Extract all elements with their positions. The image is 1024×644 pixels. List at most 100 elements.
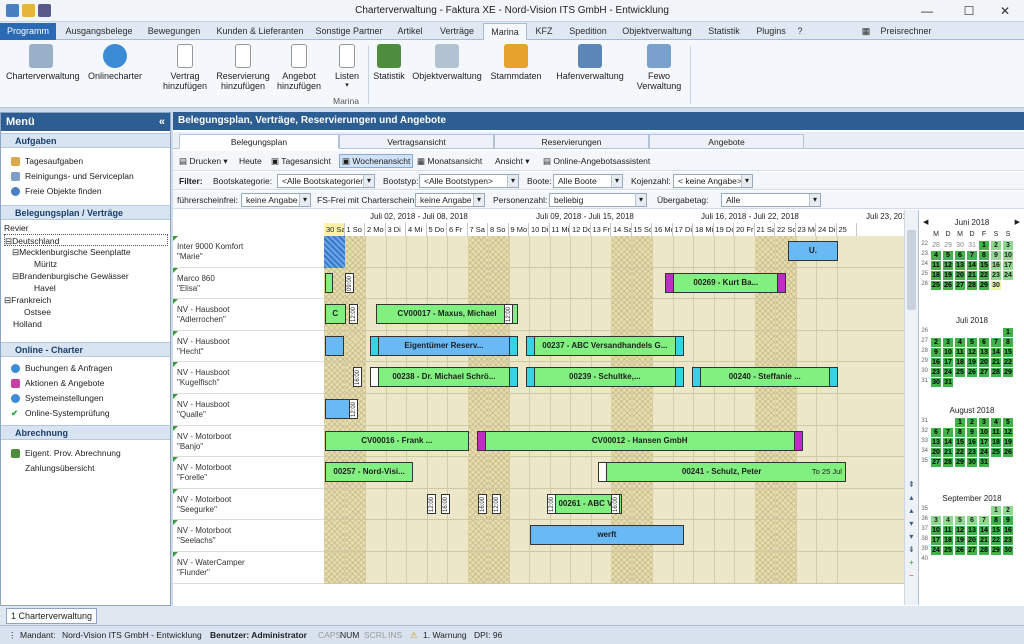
menu-item-buchungen[interactable]: Buchungen & Anfragen	[1, 361, 170, 376]
wochenansicht-button[interactable]: ▣ Wochenansicht	[339, 154, 414, 168]
calendar-day[interactable]: 30	[967, 458, 977, 467]
calendar-day[interactable]: 24	[943, 368, 953, 377]
boat-row-label[interactable]: NV - Motorboot "Forelle"	[173, 457, 324, 489]
calendar-day[interactable]: 8	[955, 428, 965, 437]
boote-select[interactable]: Alle Boote	[553, 174, 623, 188]
taskbar-item-charterverwaltung[interactable]: 1 Charterverwaltung	[6, 608, 98, 624]
calendar-day[interactable]: 28	[991, 368, 1001, 377]
tab-marina[interactable]: Marina	[483, 23, 527, 40]
tree-mecklenburg[interactable]: ⊟Mecklenburgische Seenplatte	[4, 246, 170, 258]
boat-row-label[interactable]: NV - Motorboot "Seelachs"	[173, 520, 324, 552]
boat-row-label[interactable]: NV - Motorboot "Seegurke"	[173, 488, 324, 521]
calendar-day[interactable]: 10	[943, 348, 953, 357]
tree-havel[interactable]: Havel	[4, 282, 170, 294]
tab-objektverwaltung[interactable]: Objektverwaltung	[618, 23, 696, 40]
calendar-day[interactable]: 20	[955, 271, 965, 280]
preisrechner-button[interactable]: Preisrechner	[874, 23, 938, 40]
scrollbar-thumb[interactable]	[907, 230, 916, 310]
booking-bar[interactable]: 00269 - Kurt Ba...	[665, 272, 787, 293]
charterverwaltung-button[interactable]: Charterverwaltung	[6, 44, 80, 81]
calendar-day[interactable]: 1	[955, 418, 965, 427]
calendar-day[interactable]: 8	[1003, 338, 1013, 347]
booking-bar[interactable]: Eigentümer Reserv...	[370, 335, 518, 356]
menu-item-aktionen[interactable]: Aktionen & Angebote	[1, 376, 170, 391]
tree-deutschland[interactable]: ⊟Deutschland	[4, 234, 168, 246]
calendar-day[interactable]: 31	[979, 458, 989, 467]
calendar-prev-button[interactable]: ◀	[923, 218, 928, 226]
calendar-day[interactable]: 17	[979, 438, 989, 447]
collapse-icon[interactable]: «	[159, 113, 165, 131]
calendar-day[interactable]: 24	[979, 448, 989, 457]
calendar-day[interactable]: 29	[955, 458, 965, 467]
calendar-day[interactable]: 17	[931, 536, 941, 545]
tab-bewegungen[interactable]: Bewegungen	[143, 23, 205, 40]
calendar-day[interactable]: 3	[931, 516, 941, 525]
calendar-day-other-month[interactable]: 28	[931, 241, 941, 250]
bootstyp-select[interactable]: <Alle Bootstypen>	[419, 174, 519, 188]
calendar-day[interactable]: 18	[931, 271, 941, 280]
menu-item-systemeinstellungen[interactable]: Systemeinstellungen	[1, 391, 170, 406]
drucken-button[interactable]: ▤ Drucken ▾	[179, 155, 228, 167]
booking-bar[interactable]: U.	[788, 241, 838, 261]
close-button[interactable]: ✕	[990, 2, 1020, 20]
time-marker[interactable]: 12:00	[426, 493, 436, 514]
calendar-day[interactable]: 23	[1003, 536, 1013, 545]
calendar-day[interactable]: 19	[1003, 438, 1013, 447]
calendar-day[interactable]: 23	[931, 368, 941, 377]
time-marker[interactable]: 16:00	[440, 493, 450, 514]
booking-bar[interactable]: 00239 - Schultke,...	[525, 367, 684, 388]
calendar-day[interactable]: 30	[931, 378, 941, 387]
time-marker[interactable]: 16:00	[611, 493, 620, 514]
calendar-day[interactable]: 1	[979, 241, 989, 250]
boat-row-label[interactable]: NV - WaterCamper "Flunder"	[173, 552, 324, 584]
boat-row-label[interactable]: NV - Hausboot "Hecht"	[173, 330, 324, 363]
tab-vertragsansicht[interactable]: Vertragsansicht	[339, 134, 494, 149]
add-row-icon[interactable]: +	[909, 558, 914, 567]
booking-bar[interactable]: CV00017 - Maxus, Michael	[376, 304, 518, 325]
calendar-day[interactable]: 3	[943, 338, 953, 347]
heute-button[interactable]: Heute	[239, 155, 262, 167]
warning-status[interactable]: 1. Warnung	[423, 630, 467, 640]
boat-row-label[interactable]: Inter 9000 Komfort "Marie"	[173, 236, 324, 268]
calendar-day[interactable]: 25	[955, 368, 965, 377]
angebot-hinzufuegen-button[interactable]: Angebot hinzufügen	[273, 44, 325, 91]
calendar-day[interactable]: 12	[943, 261, 953, 270]
calendar-day[interactable]: 16	[991, 261, 1001, 270]
tree-revier[interactable]: Revier	[4, 222, 170, 234]
calendar-day[interactable]: 12	[955, 526, 965, 535]
calendar-day[interactable]: 22	[955, 448, 965, 457]
booking-bar[interactable]	[325, 272, 334, 293]
booking-bar[interactable]: 00257 - Nord-Visi...	[325, 462, 414, 483]
calendar-day[interactable]: 5	[955, 516, 965, 525]
tagesansicht-button[interactable]: ▣ Tagesansicht	[271, 155, 331, 167]
hafenverwaltung-button[interactable]: Hafenverwaltung	[552, 44, 628, 81]
calendar-day[interactable]: 10	[931, 526, 941, 535]
tab-artikel[interactable]: Artikel	[390, 23, 430, 40]
listen-button[interactable]: Listen ▾	[330, 44, 364, 91]
bootskategorie-select[interactable]: <Alle Bootskategorien>	[277, 174, 375, 188]
calendar-day[interactable]: 4	[955, 338, 965, 347]
boat-row-label[interactable]: NV - Hausboot "Kugelfisch"	[173, 362, 324, 394]
booking-bar[interactable]: 00238 - Dr. Michael Schrö...	[370, 367, 518, 388]
calendar-day[interactable]: 13	[955, 261, 965, 270]
calendar-day[interactable]: 2	[967, 418, 977, 427]
calendar-next-button[interactable]: ▶	[1015, 218, 1020, 226]
tab-reservierungen[interactable]: Reservierungen	[494, 134, 649, 149]
booking-bar[interactable]: 00240 - Steffanie ...	[691, 367, 838, 388]
calendar-day[interactable]: 21	[979, 536, 989, 545]
help-icon[interactable]: ?	[794, 23, 806, 40]
calendar-day[interactable]: 16	[931, 358, 941, 367]
boat-row-label[interactable]: Marco 860 "Elisa"	[173, 267, 324, 300]
calendar-day[interactable]: 22	[1003, 358, 1013, 367]
calendar-day[interactable]: 1	[1003, 328, 1013, 337]
time-marker[interactable]: 12:00	[348, 399, 358, 419]
calendar-day[interactable]: 18	[943, 536, 953, 545]
booking-bar[interactable]: CV00012 - Hansen GmbH	[476, 430, 803, 451]
calendar-day[interactable]: 5	[967, 338, 977, 347]
calendar-day[interactable]: 2	[1003, 506, 1013, 515]
calendar-day[interactable]: 20	[931, 448, 941, 457]
calendar-day[interactable]: 21	[991, 358, 1001, 367]
calendar-day[interactable]: 19	[943, 271, 953, 280]
booking-bar[interactable]: werft	[530, 525, 684, 546]
menu-item-zahlungsuebersicht[interactable]: Zahlungsübersicht	[1, 461, 170, 476]
